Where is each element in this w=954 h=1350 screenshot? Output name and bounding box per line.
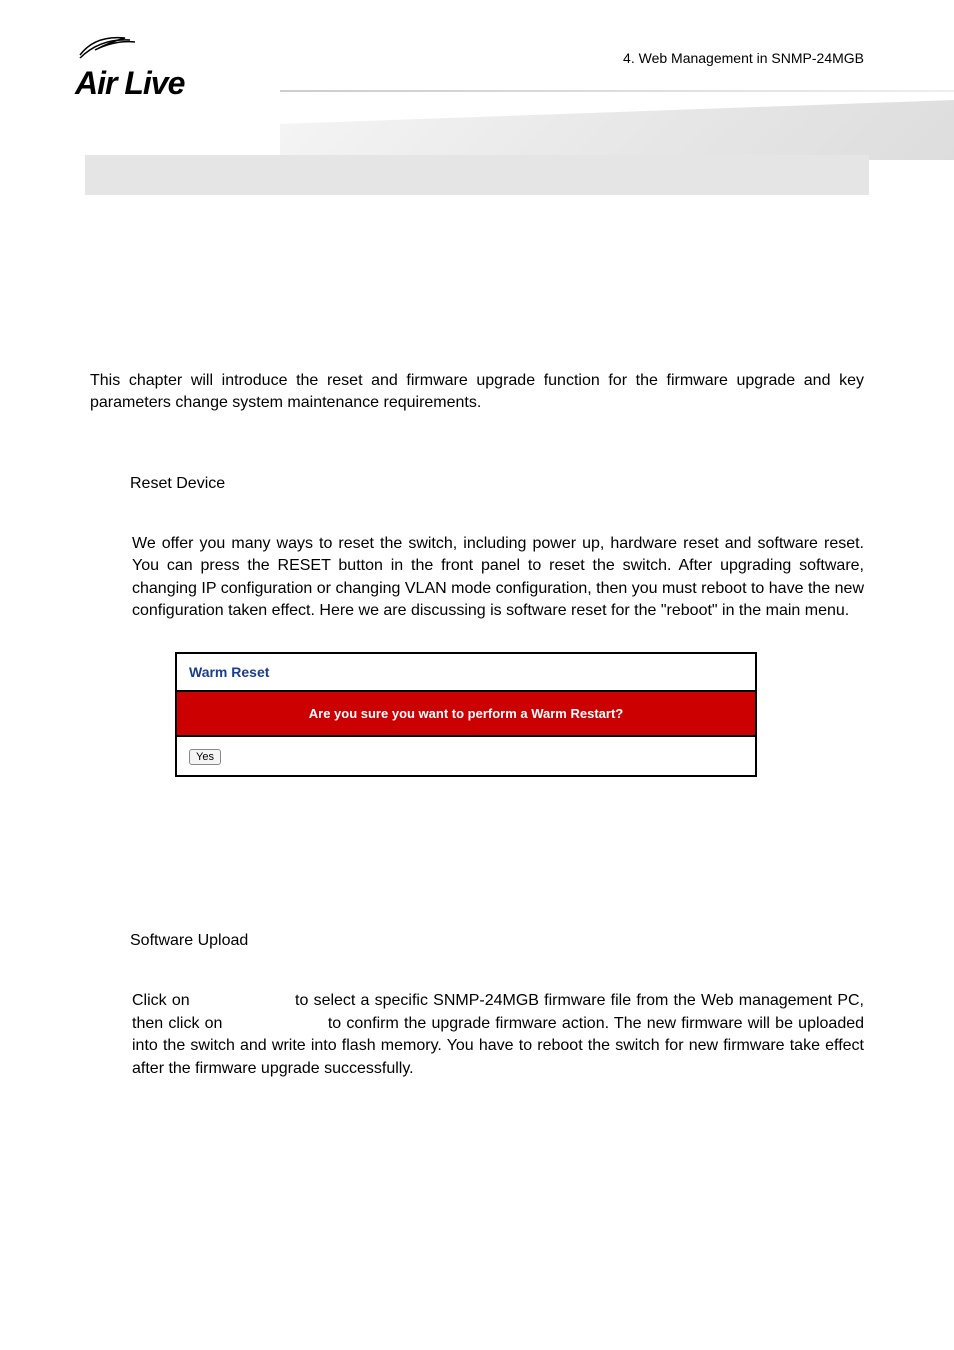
warm-reset-figure: Warm Reset Are you sure you want to perf… <box>175 652 757 777</box>
yes-button[interactable]: Yes <box>189 749 221 765</box>
header-chapter-text: 4. Web Management in SNMP-24MGB <box>623 50 864 66</box>
body-part-1: Click on <box>132 992 190 1009</box>
header-swoosh-bg <box>280 100 954 160</box>
figure-warning: Are you sure you want to perform a Warm … <box>177 692 755 737</box>
software-upload-heading: Software Upload <box>130 932 864 950</box>
logo-text: Air Live <box>75 65 275 102</box>
reset-device-body: We offer you many ways to reset the swit… <box>132 533 864 623</box>
gray-bar <box>85 155 869 195</box>
page-content: This chapter will introduce the reset an… <box>0 150 954 1080</box>
software-upload-body: Click on to select a specific SNMP-24MGB… <box>132 990 864 1080</box>
reset-device-heading: Reset Device <box>130 475 864 493</box>
body-part-3: to confirm the upgrade firmware action. … <box>132 1015 864 1077</box>
page-header: Air Live 4. Web Management in SNMP-24MGB <box>0 0 954 150</box>
header-divider <box>280 90 954 92</box>
figure-title: Warm Reset <box>177 654 755 692</box>
figure-button-row: Yes <box>177 737 755 775</box>
intro-paragraph: This chapter will introduce the reset an… <box>90 370 864 415</box>
logo-swoosh-icon <box>75 30 145 60</box>
logo: Air Live <box>75 30 275 102</box>
